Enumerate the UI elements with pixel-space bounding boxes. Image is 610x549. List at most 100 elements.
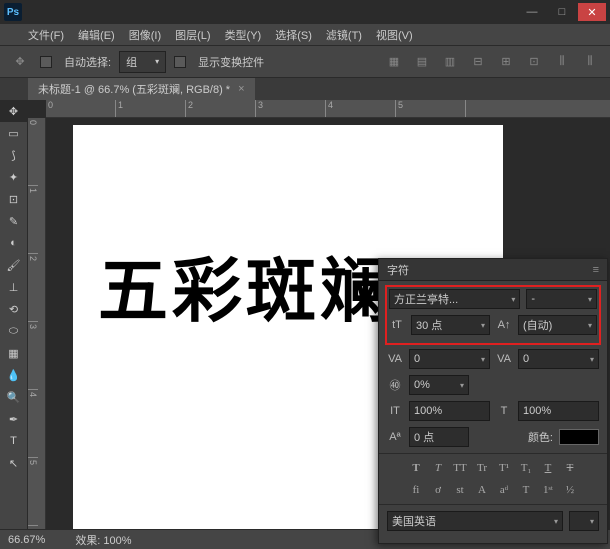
hscale-icon: T <box>496 405 512 417</box>
discretionary-button[interactable]: st <box>452 482 468 498</box>
menu-edit[interactable]: 编辑(E) <box>78 27 115 43</box>
heal-tool[interactable]: ◐ <box>0 232 27 254</box>
document-title: 未标题-1 @ 66.7% (五彩斑斓, RGB/8) * <box>38 81 230 97</box>
crop-tool[interactable]: ⊡ <box>0 188 27 210</box>
bold-button[interactable]: T <box>408 460 424 476</box>
stylistic-button[interactable]: aᵈ <box>496 482 512 498</box>
group-dropdown[interactable]: 组▾ <box>119 51 166 73</box>
italic-button[interactable]: T <box>430 460 446 476</box>
app-logo: Ps <box>4 3 22 21</box>
swash-button[interactable]: A <box>474 482 490 498</box>
align-icon[interactable]: ⊟ <box>466 51 490 73</box>
leading-dropdown[interactable]: (自动)▾ <box>518 315 597 335</box>
lasso-tool[interactable]: ⟆ <box>0 144 27 166</box>
underline-button[interactable]: T <box>540 460 556 476</box>
tracking-icon: VA <box>496 353 512 365</box>
contextual-button[interactable]: ơ <box>430 482 446 498</box>
blur-tool[interactable]: 💧 <box>0 364 27 386</box>
path-tool[interactable]: ↖ <box>0 452 27 474</box>
subscript-button[interactable]: T₁ <box>518 460 534 476</box>
distribute-icon[interactable]: ⫼ <box>578 51 602 73</box>
font-size-icon: tT <box>389 319 405 331</box>
titling-button[interactable]: T <box>518 482 534 498</box>
kerning-dropdown[interactable]: 0▾ <box>409 349 490 369</box>
close-button[interactable]: ✕ <box>578 3 606 21</box>
fractions-button[interactable]: ½ <box>562 482 578 498</box>
align-icon[interactable]: ▤ <box>410 51 434 73</box>
document-tab[interactable]: 未标题-1 @ 66.7% (五彩斑斓, RGB/8) * × <box>28 78 255 100</box>
panel-title: 字符 <box>387 262 409 278</box>
strike-button[interactable]: T <box>562 460 578 476</box>
type-style-buttons: T T TT Tr T¹ T₁ T T <box>387 460 599 476</box>
eyedropper-tool[interactable]: ✎ <box>0 210 27 232</box>
allcaps-button[interactable]: TT <box>452 460 468 476</box>
align-icon[interactable]: ▥ <box>438 51 462 73</box>
menu-view[interactable]: 视图(V) <box>376 27 413 43</box>
move-tool-icon[interactable]: ✥ <box>8 51 32 73</box>
ligature-button[interactable]: fi <box>408 482 424 498</box>
pen-tool[interactable]: ✒ <box>0 408 27 430</box>
show-transform-label: 显示变换控件 <box>198 54 264 70</box>
hscale-input[interactable]: 100% <box>518 401 599 421</box>
baseline-icon: Aª <box>387 431 403 443</box>
character-panel: 字符 ≡ 方正兰亭特...▾ -▾ tT 30 点▾ A↑ (自动)▾ VA 0… <box>378 258 608 544</box>
maximize-button[interactable]: □ <box>548 3 576 21</box>
ordinals-button[interactable]: 1ˢᵗ <box>540 482 556 498</box>
vscale-icon: IT <box>387 405 403 417</box>
font-style-dropdown[interactable]: -▾ <box>526 289 597 309</box>
opentype-buttons: fi ơ st A aᵈ T 1ˢᵗ ½ <box>387 482 599 498</box>
align-icon[interactable]: ⊞ <box>494 51 518 73</box>
baseline-input[interactable]: 0 点 <box>409 427 469 447</box>
smallcaps-button[interactable]: Tr <box>474 460 490 476</box>
stamp-tool[interactable]: ⊥ <box>0 276 27 298</box>
menu-select[interactable]: 选择(S) <box>275 27 312 43</box>
wand-tool[interactable]: ✦ <box>0 166 27 188</box>
history-brush-tool[interactable]: ⟲ <box>0 298 27 320</box>
brush-tool[interactable]: 🖌 <box>0 254 27 276</box>
eraser-tool[interactable]: ⬭ <box>0 320 27 342</box>
menu-layer[interactable]: 图层(L) <box>175 27 210 43</box>
ruler-horizontal: 012345 <box>46 100 610 118</box>
menu-image[interactable]: 图像(I) <box>129 27 161 43</box>
scale-dropdown[interactable]: 0%▾ <box>409 375 469 395</box>
tracking-dropdown[interactable]: 0▾ <box>518 349 599 369</box>
menu-type[interactable]: 类型(Y) <box>225 27 262 43</box>
document-tabs: 未标题-1 @ 66.7% (五彩斑斓, RGB/8) * × <box>0 78 610 100</box>
close-tab-icon[interactable]: × <box>238 83 244 95</box>
align-icon[interactable]: ⊡ <box>522 51 546 73</box>
font-size-dropdown[interactable]: 30 点▾ <box>411 315 490 335</box>
font-family-dropdown[interactable]: 方正兰亭特...▾ <box>389 289 520 309</box>
type-tool[interactable]: T <box>0 430 27 452</box>
color-swatch[interactable] <box>559 429 599 445</box>
aa-dropdown[interactable]: ▾ <box>569 511 599 531</box>
leading-icon: A↑ <box>496 319 512 331</box>
superscript-button[interactable]: T¹ <box>496 460 512 476</box>
move-tool[interactable]: ✥ <box>0 100 27 122</box>
panel-menu-icon[interactable]: ≡ <box>593 264 599 276</box>
scale-icon: ㊵ <box>387 377 403 393</box>
auto-select-checkbox[interactable] <box>40 56 52 68</box>
dodge-tool[interactable]: 🔍 <box>0 386 27 408</box>
marquee-tool[interactable]: ▭ <box>0 122 27 144</box>
show-transform-checkbox[interactable] <box>174 56 186 68</box>
distribute-icon[interactable]: ⫼ <box>550 51 574 73</box>
auto-select-label: 自动选择: <box>64 54 111 70</box>
effect-value[interactable]: 效果: 100% <box>75 532 131 548</box>
language-dropdown[interactable]: 美国英语▾ <box>387 511 563 531</box>
menubar: 文件(F) 编辑(E) 图像(I) 图层(L) 类型(Y) 选择(S) 滤镜(T… <box>0 24 610 46</box>
minimize-button[interactable]: — <box>518 3 546 21</box>
panel-header[interactable]: 字符 ≡ <box>379 259 607 281</box>
menu-filter[interactable]: 滤镜(T) <box>326 27 362 43</box>
vscale-input[interactable]: 100% <box>409 401 490 421</box>
zoom-value[interactable]: 66.67% <box>8 534 45 546</box>
kerning-icon: VA <box>387 353 403 365</box>
menu-file[interactable]: 文件(F) <box>28 27 64 43</box>
titlebar: Ps — □ ✕ <box>0 0 610 24</box>
canvas-text-layer[interactable]: 五彩斑斓 <box>98 235 394 336</box>
align-icon[interactable]: ▦ <box>382 51 406 73</box>
highlight-box: 方正兰亭特...▾ -▾ tT 30 点▾ A↑ (自动)▾ <box>385 285 601 345</box>
gradient-tool[interactable]: ▦ <box>0 342 27 364</box>
ruler-vertical: 012345 <box>28 118 46 529</box>
toolbox: ✥ ▭ ⟆ ✦ ⊡ ✎ ◐ 🖌 ⊥ ⟲ ⬭ ▦ 💧 🔍 ✒ T ↖ <box>0 100 28 529</box>
color-label: 颜色: <box>528 429 553 445</box>
